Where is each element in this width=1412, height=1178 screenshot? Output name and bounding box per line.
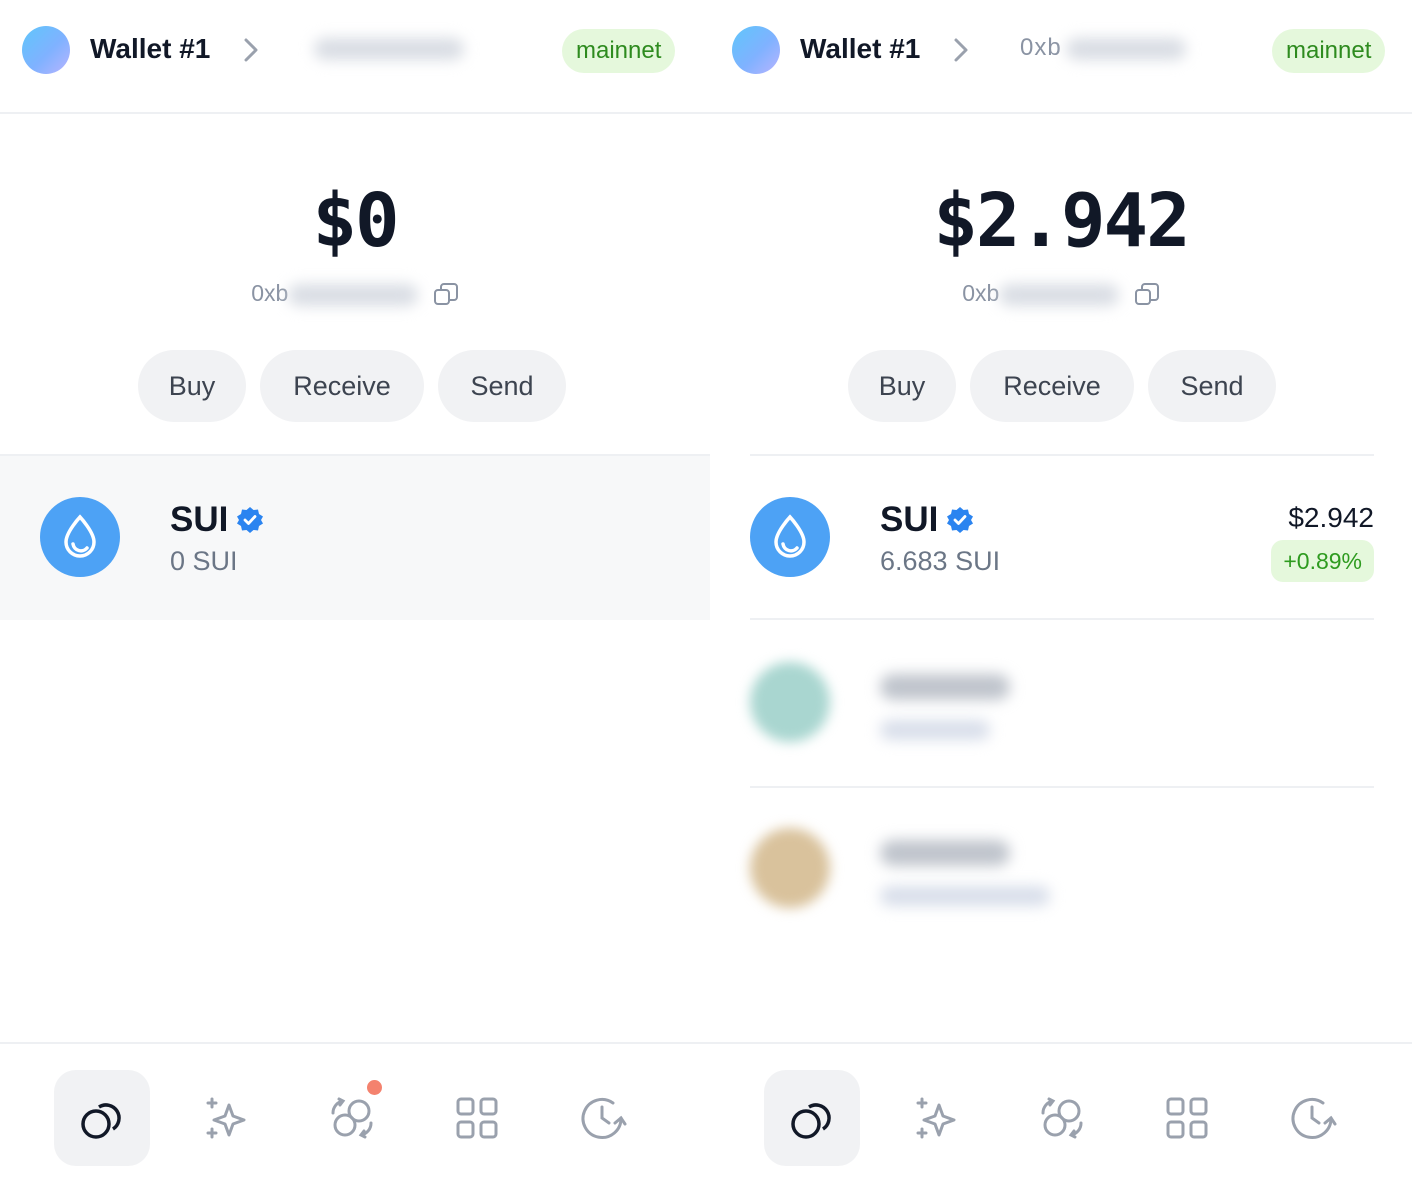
coins-icon	[791, 1103, 831, 1139]
nav-swap[interactable]	[304, 1070, 400, 1166]
sui-logo-icon	[750, 497, 830, 577]
token-symbol: SUI	[880, 500, 939, 539]
nav-history[interactable]	[1264, 1070, 1360, 1166]
token-name: SUI	[170, 500, 264, 540]
balance-amount: $0	[312, 178, 399, 264]
chevron-right-icon[interactable]	[238, 34, 264, 66]
coins-icon	[81, 1103, 121, 1139]
buy-button[interactable]: Buy	[848, 350, 956, 422]
address-prefix: 0xb	[251, 280, 289, 306]
token-price-change: +0.89%	[1271, 540, 1374, 582]
address-redacted	[288, 283, 419, 306]
sparkle-icon	[206, 1097, 246, 1139]
apps-grid-icon	[1166, 1097, 1208, 1139]
action-buttons: Buy Receive Send	[848, 350, 1276, 422]
nav-apps[interactable]	[429, 1070, 525, 1166]
header-address-redacted	[1065, 37, 1186, 60]
token-name-redacted	[880, 674, 1010, 700]
send-button[interactable]: Send	[1148, 350, 1276, 422]
address-row: 0xb	[0, 280, 710, 308]
sparkle-icon	[916, 1097, 956, 1139]
notification-dot	[367, 1080, 382, 1095]
network-badge[interactable]: mainnet	[562, 29, 676, 73]
sui-logo-icon	[40, 497, 120, 577]
token-name-redacted	[880, 840, 1010, 866]
token-symbol: SUI	[170, 500, 229, 539]
wallet-panel-right: Wallet #1 0xb mainnet $2.942 0xb Buy Rec…	[710, 0, 1412, 1178]
chevron-right-icon[interactable]	[948, 34, 974, 66]
token-row-redacted[interactable]	[750, 788, 1374, 954]
history-icon	[581, 1098, 627, 1139]
token-amount-redacted	[880, 720, 990, 740]
buy-button[interactable]: Buy	[138, 350, 246, 422]
token-name: SUI	[880, 500, 974, 540]
header-address-redacted	[314, 37, 464, 60]
nav-coins[interactable]	[764, 1070, 860, 1166]
swap-icon	[1041, 1097, 1083, 1139]
nav-apps[interactable]	[1139, 1070, 1235, 1166]
token-amount: 0 SUI	[170, 546, 238, 576]
send-button[interactable]: Send	[438, 350, 566, 422]
token-amount-redacted	[880, 886, 1050, 906]
wallet-name[interactable]: Wallet #1	[800, 33, 920, 65]
nav-history[interactable]	[554, 1070, 650, 1166]
token-row-sui[interactable]: SUI 6.683 SUI $2.942 +0.89%	[750, 454, 1374, 620]
balance-amount: $2.942	[933, 178, 1190, 264]
header: Wallet #1 mainnet	[0, 0, 710, 114]
apps-grid-icon	[456, 1097, 498, 1139]
wallet-avatar[interactable]	[22, 26, 70, 74]
nav-explore[interactable]	[179, 1070, 275, 1166]
network-badge[interactable]: mainnet	[1272, 29, 1386, 73]
nav-explore[interactable]	[889, 1070, 985, 1166]
token-row-redacted[interactable]	[750, 622, 1374, 788]
wallet-name[interactable]: Wallet #1	[90, 33, 210, 65]
token-logo-redacted	[750, 662, 830, 742]
receive-button[interactable]: Receive	[260, 350, 424, 422]
address-redacted	[999, 283, 1120, 306]
nav-swap[interactable]	[1014, 1070, 1110, 1166]
nav-coins[interactable]	[54, 1070, 150, 1166]
verified-badge-icon	[237, 507, 264, 533]
action-buttons: Buy Receive Send	[138, 350, 566, 422]
bottom-nav	[0, 1042, 710, 1178]
token-row-sui[interactable]: SUI 0 SUI	[0, 454, 710, 620]
header: Wallet #1 0xb mainnet	[710, 0, 1412, 114]
swap-icon	[331, 1097, 373, 1139]
header-address[interactable]	[310, 34, 464, 62]
history-icon	[1291, 1098, 1337, 1139]
wallet-panel-left: Wallet #1 mainnet $0 0xb Buy Receive Sen…	[0, 0, 710, 1178]
receive-button[interactable]: Receive	[970, 350, 1134, 422]
token-logo-redacted	[750, 828, 830, 908]
header-address[interactable]: 0xb	[1020, 34, 1186, 62]
token-amount: 6.683 SUI	[880, 546, 1001, 576]
copy-icon[interactable]	[433, 282, 459, 308]
address-prefix: 0xb	[962, 280, 1000, 306]
wallet-avatar[interactable]	[732, 26, 780, 74]
header-address-text: 0xb	[1020, 34, 1062, 61]
verified-badge-icon	[947, 507, 974, 533]
copy-icon[interactable]	[1134, 282, 1160, 308]
bottom-nav	[710, 1042, 1412, 1178]
token-usd-value: $2.942	[1288, 502, 1374, 533]
address-row: 0xb	[710, 280, 1412, 308]
